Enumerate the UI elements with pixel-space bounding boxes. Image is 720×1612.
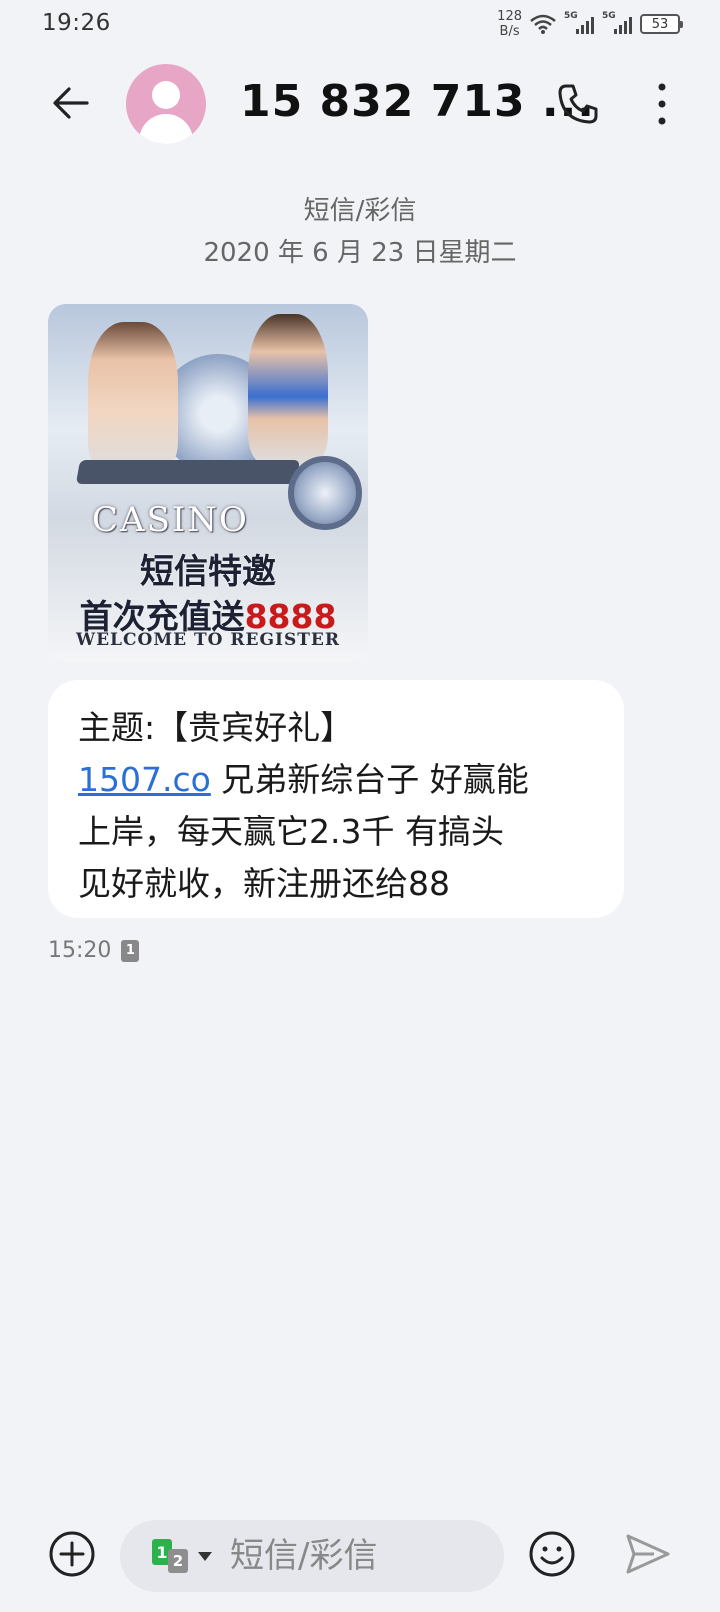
net-speed-unit: B/s <box>499 24 520 39</box>
back-arrow-icon <box>53 87 89 119</box>
plus-circle-icon <box>49 1531 95 1577</box>
conversation-header: 15 832 713 ... <box>0 56 720 152</box>
status-icons: 128 B/s 5G 5G 53 <box>497 8 683 40</box>
contact-name[interactable]: 15 832 713 ... <box>240 76 595 127</box>
message-subject: 主题:【贵宾好礼】 <box>78 708 354 747</box>
more-options-button[interactable] <box>636 78 688 130</box>
status-time: 19:26 <box>42 10 111 36</box>
sim-selector[interactable]: 1 2 <box>152 1539 212 1573</box>
back-button[interactable] <box>46 78 96 128</box>
message-bubble[interactable]: 主题:【贵宾好礼】 1507.co 兄弟新综台子 好赢能 上岸，每天赢它2.3千… <box>48 680 624 918</box>
signal-sim1-tag: 5G <box>564 11 578 21</box>
signal-sim1-icon: 5G <box>564 11 594 34</box>
smiley-icon <box>529 1531 575 1577</box>
conversation-date: 2020 年 6 月 23 日星期二 <box>203 238 517 268</box>
composer-bar: 1 2 <box>0 1500 720 1612</box>
signal-sim2-icon: 5G <box>602 11 632 34</box>
add-attachment-button[interactable] <box>48 1530 96 1578</box>
phone-icon <box>558 84 598 124</box>
avatar[interactable] <box>126 64 206 144</box>
send-icon <box>626 1534 670 1574</box>
send-button[interactable] <box>624 1530 672 1578</box>
battery-icon: 53 <box>640 14 683 34</box>
call-button[interactable] <box>552 78 604 130</box>
message-input[interactable] <box>230 1536 430 1576</box>
message-line-2-text: 兄弟新综台子 好赢能 <box>210 760 529 799</box>
message-time: 15:20 <box>48 938 112 963</box>
promo-headline: 短信特邀 <box>140 552 276 592</box>
signal-sim2-tag: 5G <box>602 11 616 21</box>
message-link[interactable]: 1507.co <box>78 760 211 799</box>
message-timestamp-row: 15:20 1 <box>48 938 140 963</box>
emoji-button[interactable] <box>528 1530 576 1578</box>
message-line-4: 见好就收，新注册还给88 <box>78 864 450 903</box>
network-speed: 128 B/s <box>497 9 522 39</box>
battery-level: 53 <box>651 16 669 32</box>
mms-image-attachment[interactable]: CASINO 短信特邀 首次充值送8888 WELCOME TO REGISTE… <box>48 304 368 662</box>
conversation-type-label: 短信/彩信 <box>303 196 417 226</box>
more-vertical-icon <box>658 83 666 125</box>
message-line-3: 上岸，每天赢它2.3千 有搞头 <box>78 812 504 851</box>
chevron-down-icon <box>198 1551 212 1561</box>
sim2-label: 2 <box>168 1549 188 1573</box>
promo-tagline: WELCOME TO REGISTER <box>76 630 340 650</box>
sim-card-icon: 1 2 <box>152 1539 192 1573</box>
sim-badge-icon: 1 <box>121 939 140 962</box>
message-line-2: 1507.co 兄弟新综台子 好赢能 <box>78 754 594 806</box>
net-speed-value: 128 <box>497 9 522 24</box>
casino-logo-text: CASINO <box>92 500 249 540</box>
message-input-container: 1 2 <box>120 1520 504 1592</box>
status-bar: 19:26 128 B/s 5G 5G 53 <box>0 0 720 46</box>
wifi-icon <box>530 14 556 34</box>
